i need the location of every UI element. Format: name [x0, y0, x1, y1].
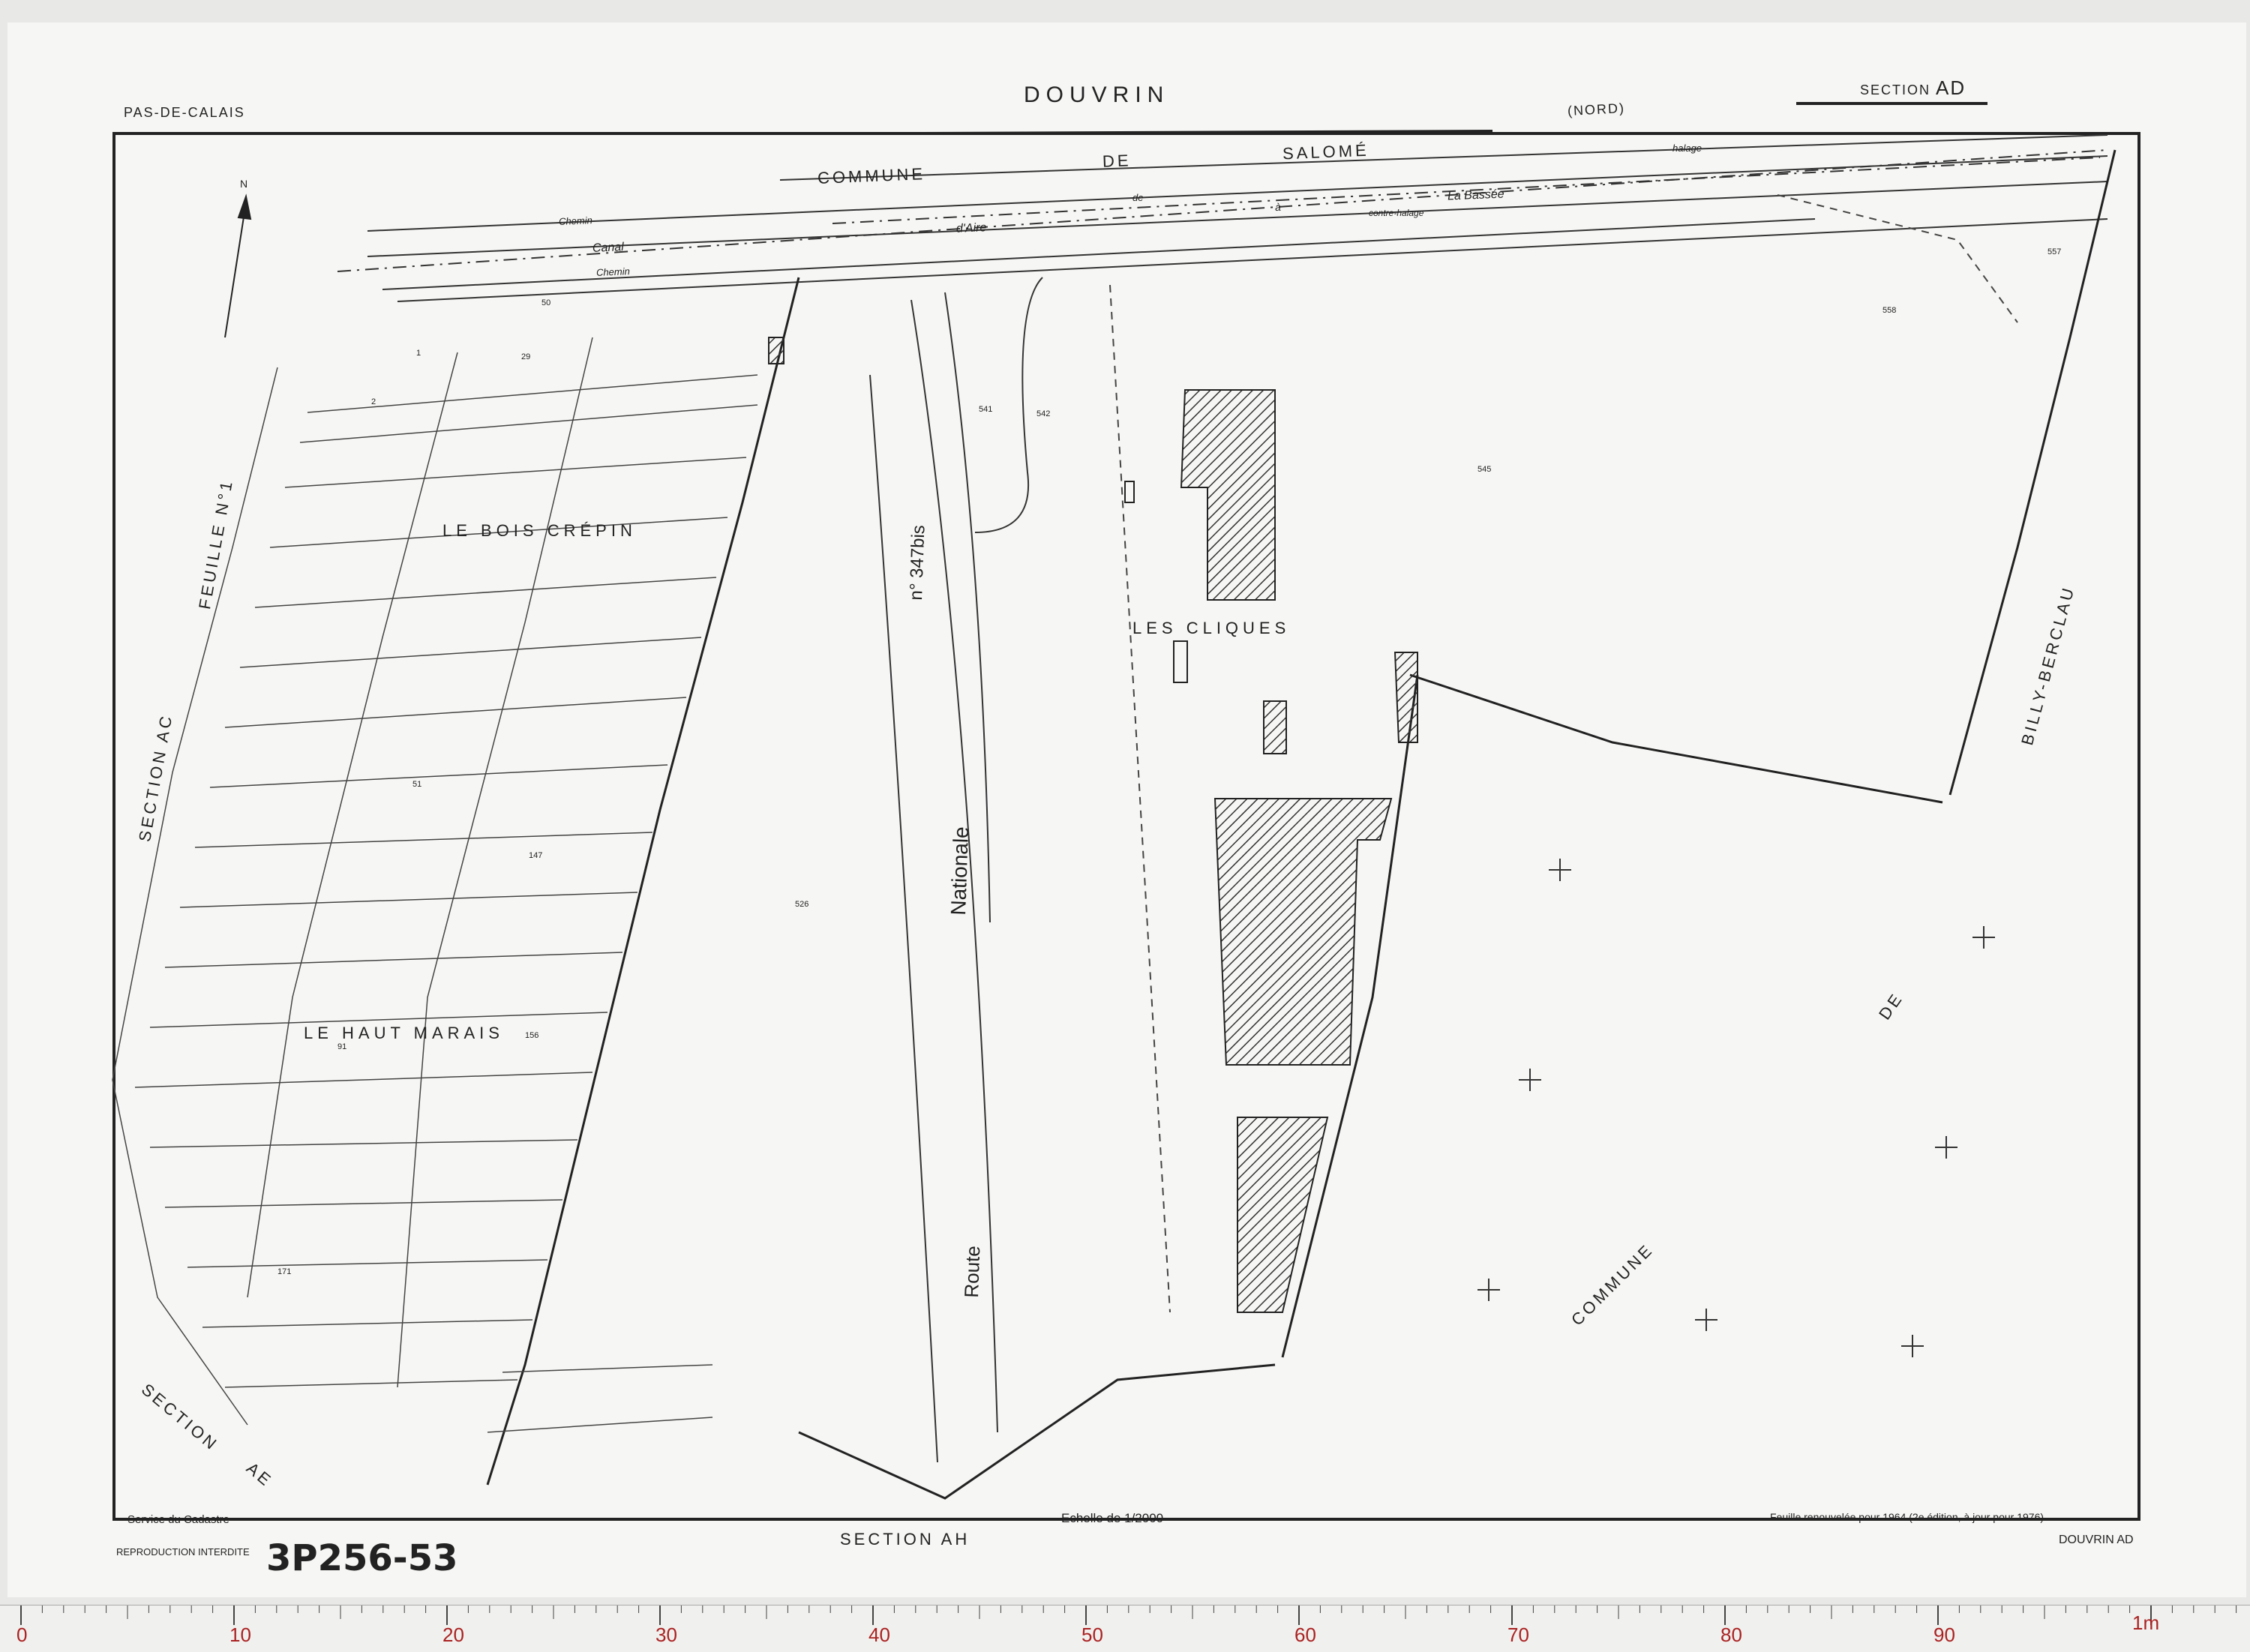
route-number: n° 347bis — [906, 524, 929, 601]
ruler-label: 90 — [1934, 1624, 1955, 1646]
building-3 — [1263, 700, 1287, 754]
top-commune-3: SALOMÉ — [1282, 140, 1370, 163]
canal-word: Canal — [592, 241, 625, 255]
canal-a: à — [1274, 200, 1282, 214]
parcel-156: 156 — [525, 1031, 539, 1040]
ruler-ticks: 0 10 20 30 40 50 60 70 80 90 — [16, 1606, 2237, 1646]
cadastral-sheet: PAS-DE-CALAIS DOUVRIN SECTION AD N COMMU… — [8, 22, 2246, 1597]
parcel-557: 557 — [2048, 247, 2062, 256]
section-code: AD — [1936, 76, 1966, 99]
top-commune-2: DE — [1102, 151, 1132, 171]
ruler-label: 30 — [656, 1624, 677, 1646]
ruler-label: 50 — [1082, 1624, 1103, 1646]
buildings — [768, 337, 1418, 1313]
parcel-50: 50 — [542, 298, 551, 307]
parcel-29: 29 — [521, 352, 531, 361]
parcel-545: 545 — [1478, 465, 1492, 474]
ruler-label: 70 — [1508, 1624, 1529, 1646]
section-label: SECTION AD — [1860, 76, 1966, 100]
parcel-542: 542 — [1036, 409, 1051, 418]
place-cliques: LES CLIQUES — [1132, 619, 1291, 637]
building-small — [1124, 481, 1135, 503]
parcel-2: 2 — [371, 397, 376, 406]
measuring-ruler: 0 10 20 30 40 50 60 70 80 90 1m — [0, 1605, 2250, 1652]
map-frame — [112, 132, 2140, 1521]
contre-halage-label: contre-halage — [1369, 208, 1424, 218]
parcel-558: 558 — [1882, 306, 1897, 315]
footer-service: Service du Cadastre — [128, 1513, 230, 1526]
ruler-label: 0 — [16, 1624, 27, 1646]
building-6 — [768, 337, 784, 364]
footer-scale: Echelle de 1/2000 — [1061, 1511, 1164, 1525]
canal-labassee: La Bassée — [1447, 187, 1504, 203]
ruler-label: 10 — [230, 1624, 251, 1646]
ruler-label: 40 — [868, 1624, 890, 1646]
survey-crosses — [1478, 859, 1995, 1357]
building-2 — [1394, 652, 1418, 743]
north-arrow-icon — [224, 193, 252, 338]
parcel-1: 1 — [416, 349, 422, 358]
parcel-171: 171 — [278, 1267, 292, 1276]
parcel-91: 91 — [338, 1042, 347, 1051]
ruler-label: 60 — [1294, 1624, 1316, 1646]
handwritten-reference: 3P256-53 — [266, 1537, 458, 1579]
north-label: N — [240, 178, 248, 190]
place-haut-marais: LE HAUT MARAIS — [304, 1024, 504, 1042]
department-label: PAS-DE-CALAIS — [124, 105, 245, 120]
place-bois-crepin: LE BOIS CRÉPIN — [442, 521, 637, 540]
commune-title: DOUVRIN — [1024, 82, 1170, 107]
section-word: SECTION — [1860, 82, 1931, 97]
canal-de: de — [1132, 192, 1144, 203]
route-word: Route — [960, 1245, 985, 1299]
ruler-label: 20 — [442, 1624, 464, 1646]
footer-sheet-ref: DOUVRIN AD — [2059, 1534, 2134, 1546]
parcel-526: 526 — [795, 900, 809, 909]
top-commune-note: (NORD) — [1567, 100, 1626, 119]
bottom-section: SECTION AH — [840, 1530, 970, 1549]
parcel-147: 147 — [529, 851, 543, 860]
footer-reproduction: REPRODUCTION INTERDITE — [116, 1546, 250, 1558]
building-small-2 — [1173, 640, 1188, 683]
ruler-end-label: 1m — [2132, 1612, 2160, 1634]
canal-aire: d'Aire — [956, 221, 987, 235]
parcel-strips — [112, 337, 758, 1433]
building-1 — [1180, 389, 1276, 601]
chemin-bottom: Chemin — [596, 265, 631, 278]
chemin-top: Chemin — [558, 214, 593, 227]
building-5 — [1237, 1117, 1329, 1313]
parcel-541: 541 — [979, 405, 993, 414]
parcel-51: 51 — [412, 780, 422, 789]
route-nationale-word: Nationale — [946, 826, 974, 916]
map-drawing — [112, 102, 2140, 1521]
footer-renewal: Feuille renouvelée pour 1964 (2e édition… — [1770, 1511, 2044, 1523]
halage-label: halage — [1672, 142, 1702, 154]
ruler-label: 80 — [1720, 1624, 1742, 1646]
